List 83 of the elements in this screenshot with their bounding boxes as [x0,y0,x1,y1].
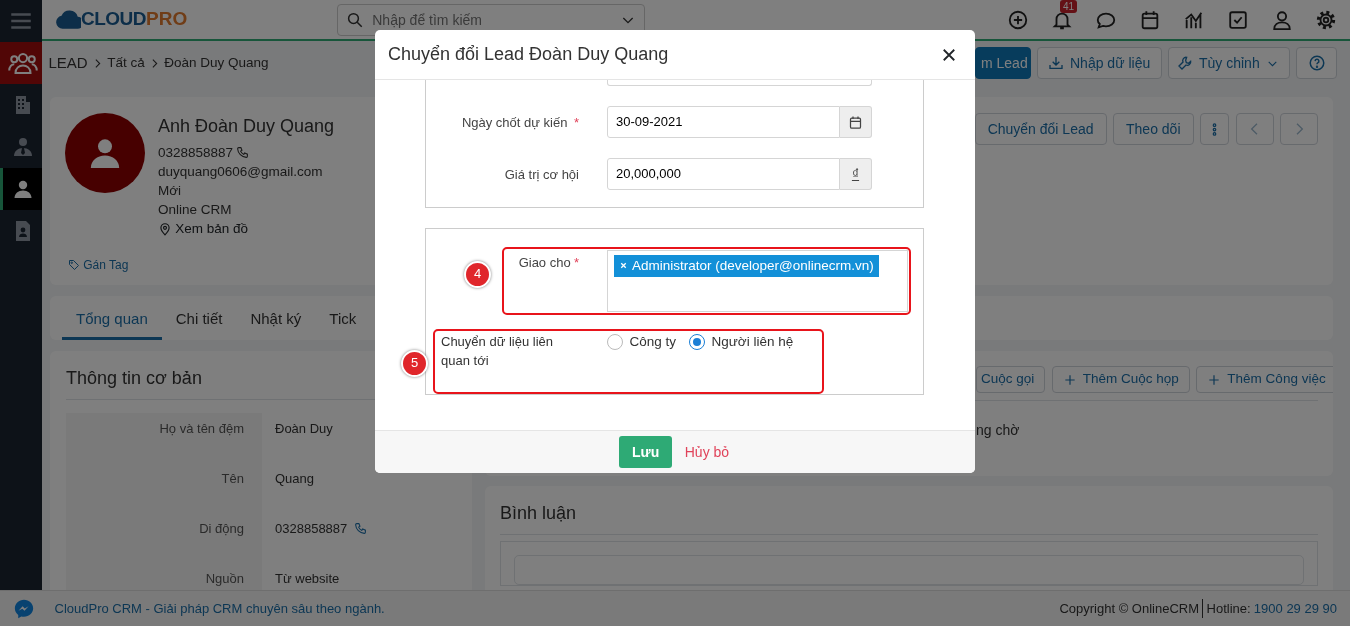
field-label: Nguồn [205,571,244,586]
add-icon [1007,8,1029,31]
tag-icon [68,259,80,272]
currency-addon: ₫ [840,158,872,190]
field-value: Từ website [275,570,340,588]
user-icon [1271,8,1293,31]
copyright-text: Copyright © OnlineCRM [1059,598,1204,619]
convert-lead-button[interactable]: Chuyển đổi Lead [974,113,1107,145]
empty-text: ng chờ [976,422,1020,438]
notification-badge: 41 [1060,0,1078,13]
dialog-title: Chuyển đổi Lead Đoàn Duy Quang [388,43,669,66]
customize-button[interactable]: Tùy chỉnh [1168,47,1290,79]
plus-icon [1207,372,1222,387]
toolbar-button[interactable] [1139,8,1161,31]
tab[interactable]: Chi tiết [161,296,237,340]
field-value: 0328858887 [275,520,348,538]
breadcrumb-item[interactable]: Đoàn Duy Quang [164,52,269,74]
email-text: duyquang0606@gmail.com [158,163,324,182]
follow-button[interactable]: Theo dõi [1113,113,1194,145]
plus-icon [1062,372,1077,387]
task-icon [1227,8,1249,31]
settings-icon [1315,8,1337,31]
toolbar-button[interactable] [1007,8,1029,31]
breadcrumb-item[interactable]: LEAD [48,51,88,75]
tab[interactable]: Tick [315,296,371,340]
assignee-tag[interactable]: Administrator (developer@onlinecrm.vn) [614,254,879,277]
phone-icon [353,522,367,535]
section-title: Bình luận [500,500,1318,535]
status-text: Mới [158,182,183,201]
assignee-field[interactable]: Administrator (developer@onlinecrm.vn) [607,249,908,312]
calendar-icon [848,114,863,130]
field-label: Giao cho [518,254,571,270]
add-activity-button[interactable]: Cuộc gọi [976,366,1046,393]
logo: CLOUDPRO [55,5,188,34]
map-link[interactable]: Xem bản đồ [158,219,335,239]
sidebar-item[interactable] [0,168,42,210]
wrench-icon [1177,55,1193,71]
pin-icon [158,221,172,236]
save-button[interactable]: Lưu [619,436,673,468]
remove-icon [619,261,628,271]
hotline-link[interactable]: 1900 29 29 90 [1253,598,1337,619]
add-lead-button[interactable]: m Lead [975,47,1031,79]
add-activity-button[interactable]: Thêm Cuộc họp [1051,366,1190,393]
required-marker: * [573,254,579,270]
tab[interactable]: Nhật ký [236,296,316,340]
tag-link[interactable]: Gán Tag [68,256,335,275]
radio-option[interactable]: Công ty [607,331,677,352]
field-value: Quang [275,470,315,488]
calendar-icon [1139,8,1161,31]
tab[interactable]: Tổng quan [62,296,162,340]
date-field[interactable]: 30-09-2021 [607,106,840,138]
field-value: Đoàn Duy [275,420,333,438]
download-icon [1048,55,1064,71]
hotline-label: Hotline: [1206,599,1251,618]
phone-number: 0328858887 [158,144,234,163]
messenger-icon [13,597,35,620]
source-text: Online CRM [158,201,233,220]
help-button[interactable] [1296,47,1337,79]
field-label: Ngày chốt dự kiến [461,114,568,130]
footer-text: CloudPro CRM - Giải pháp CRM chuyên sâu theo ngành. [54,599,385,618]
add-activity-button[interactable]: Thêm Công việc [1196,366,1333,393]
search-icon [346,10,365,29]
field-label: Giá trị cơ hội [504,166,579,182]
help-icon [1307,54,1326,72]
field-label: Di động [199,521,244,536]
input-field[interactable]: 20,000,000 [607,158,840,190]
toolbar-button[interactable] [1315,8,1337,31]
phone-icon [236,146,250,160]
toolbar-button[interactable] [1227,8,1249,31]
sidebar-item[interactable] [0,42,42,84]
calendar-button[interactable] [840,106,872,138]
field-label: Họ và tên đệm [159,421,244,436]
breadcrumb-item[interactable]: Tất cả [107,52,145,74]
required-marker: * [573,114,579,130]
cancel-button[interactable]: Hủy bỏ [678,440,736,464]
field-label: Tên [221,471,244,486]
contact-name: Anh Đoàn Duy Quang [158,115,335,138]
more-button[interactable] [1200,113,1229,145]
import-button[interactable]: Nhập dữ liệu [1037,47,1162,79]
radio-option[interactable]: Người liên hệ [689,331,794,352]
step-marker: 4 [464,260,491,288]
toolbar-button[interactable] [1271,8,1293,31]
step-marker: 5 [401,349,428,377]
